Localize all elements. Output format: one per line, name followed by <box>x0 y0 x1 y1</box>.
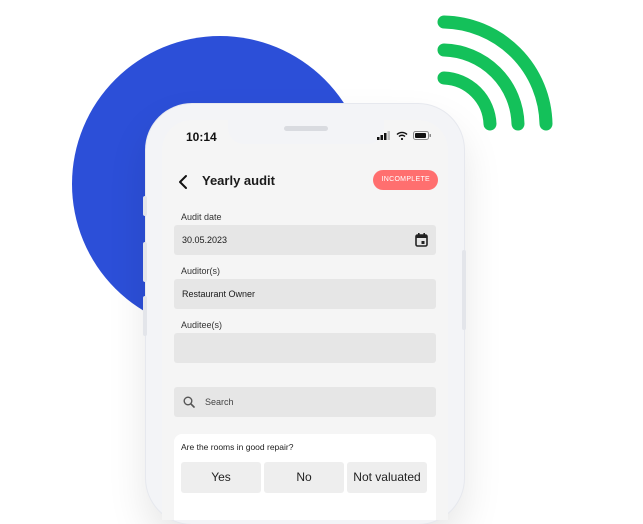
answer-options: Yes No Not valuated <box>181 462 427 493</box>
question-text: Are the rooms in good repair? <box>181 442 294 452</box>
search-placeholder: Search <box>205 397 234 407</box>
power-button <box>462 250 466 330</box>
status-time: 10:14 <box>186 130 217 144</box>
volume-button <box>143 296 147 336</box>
calendar-icon[interactable] <box>415 233 428 247</box>
search-icon <box>183 396 195 408</box>
volume-up-button <box>143 196 147 216</box>
question-card: Are the rooms in good repair? Yes No Not… <box>174 434 436 520</box>
answer-not-valuated-button[interactable]: Not valuated <box>347 462 427 493</box>
volume-down-button <box>143 242 147 282</box>
auditee-label: Auditee(s) <box>181 320 223 330</box>
auditor-field[interactable]: Restaurant Owner <box>174 279 436 309</box>
audit-date-label: Audit date <box>181 212 222 222</box>
cellular-signal-icon <box>377 131 390 140</box>
auditor-label: Auditor(s) <box>181 266 221 276</box>
audit-date-value: 30.05.2023 <box>182 235 228 245</box>
wifi-signal-icon <box>437 15 553 131</box>
auditee-field[interactable] <box>174 333 436 363</box>
auditor-value: Restaurant Owner <box>182 289 256 299</box>
header: Yearly audit INCOMPLETE <box>162 168 448 196</box>
search-input[interactable]: Search <box>174 387 436 417</box>
answer-yes-button[interactable]: Yes <box>181 462 261 493</box>
battery-icon <box>413 131 431 140</box>
answer-no-button[interactable]: No <box>264 462 344 493</box>
phone-screen: 10:14 Yearly audit INCOMPLETE Audit date… <box>162 120 448 520</box>
wifi-status-icon <box>396 131 408 140</box>
audit-date-field[interactable]: 30.05.2023 <box>174 225 436 255</box>
speaker <box>284 126 328 131</box>
status-badge: INCOMPLETE <box>373 170 438 190</box>
page-title: Yearly audit <box>202 173 275 188</box>
notch <box>228 120 384 144</box>
back-arrow-icon[interactable] <box>174 172 194 192</box>
status-icons <box>377 131 432 140</box>
